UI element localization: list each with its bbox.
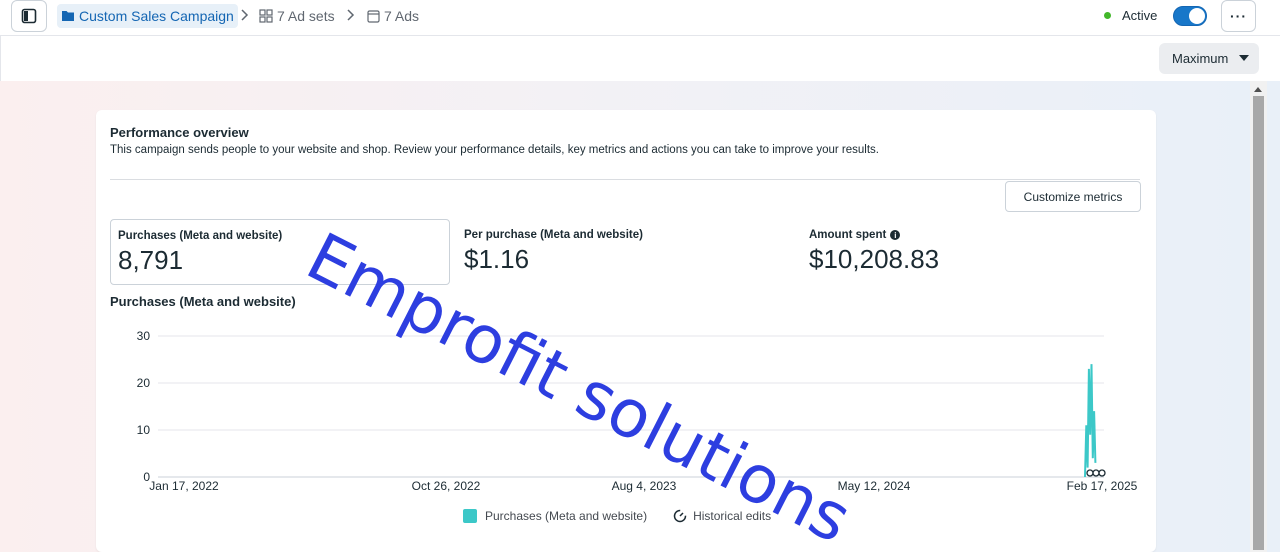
- metric-purchases[interactable]: Purchases (Meta and website) 8,791: [110, 219, 450, 285]
- y-tick-label: 10: [137, 423, 151, 437]
- legend-historical-edits[interactable]: Historical edits: [673, 509, 771, 523]
- more-options-button[interactable]: ···: [1221, 0, 1256, 32]
- x-tick-label: Oct 26, 2022: [412, 479, 481, 493]
- metric-amount-spent[interactable]: Amount spent i $10,208.83: [802, 219, 1132, 285]
- chart-title: Purchases (Meta and website): [110, 294, 296, 309]
- chevron-right-icon: [241, 9, 249, 21]
- performance-card: Performance overview This campaign sends…: [96, 110, 1156, 552]
- divider: [110, 179, 1140, 180]
- timeframe-label: Maximum: [1172, 51, 1229, 66]
- grid-icon: [259, 9, 273, 23]
- campaign-name: Custom Sales Campaign: [79, 8, 234, 24]
- chevron-right-icon: [347, 9, 355, 21]
- scrollbar[interactable]: [1250, 81, 1267, 552]
- historical-edit-marker: [1098, 469, 1106, 477]
- x-tick-label: May 12, 2024: [838, 479, 911, 493]
- scrollbar-thumb[interactable]: [1253, 96, 1264, 550]
- y-tick-label: 20: [137, 376, 151, 390]
- metric-label: Purchases (Meta and website): [118, 230, 283, 242]
- timeframe-dropdown[interactable]: Maximum: [1159, 43, 1259, 74]
- toolbar: Maximum: [0, 36, 1280, 81]
- folder-icon: [62, 11, 74, 21]
- ads-label: 7 Ads: [384, 8, 420, 24]
- series-line: [1084, 364, 1097, 478]
- status-label: Active: [1122, 8, 1158, 23]
- campaign-toggle[interactable]: [1173, 6, 1207, 26]
- legend-historical-label: Historical edits: [693, 509, 772, 523]
- gauge-icon: [673, 509, 687, 523]
- card-subtitle: This campaign sends people to your websi…: [110, 144, 879, 156]
- purchases-chart: 0102030Jan 17, 2022 Oct 26, 2022 Aug 4, 20…: [137, 329, 1138, 493]
- x-tick-label: Aug 4, 2023: [612, 479, 677, 493]
- scroll-up-icon[interactable]: [1254, 87, 1262, 92]
- metric-per-purchase[interactable]: Per purchase (Meta and website) $1.16: [457, 219, 787, 285]
- historical-edit-marker: [1092, 469, 1100, 477]
- top-bar: Custom Sales Campaign 7 Ad sets 7 Ads Ac…: [0, 0, 1280, 36]
- campaign-status: Active: [1104, 8, 1157, 23]
- toggle-knob: [1189, 8, 1205, 24]
- ad-sets-label: 7 Ad sets: [277, 8, 335, 24]
- sidebar-panel-icon: [21, 8, 37, 24]
- caret-down-icon: [1239, 55, 1249, 61]
- legend-purchases[interactable]: Purchases (Meta and website): [485, 509, 647, 523]
- toggle-sidebar-button[interactable]: [11, 0, 47, 32]
- metric-label: Per purchase (Meta and website): [464, 229, 643, 241]
- metric-value: $1.16: [464, 244, 530, 274]
- metric-value: 8,791: [118, 245, 184, 275]
- customize-metrics-button[interactable]: Customize metrics: [1005, 181, 1141, 212]
- breadcrumb-campaign[interactable]: Custom Sales Campaign: [57, 4, 238, 28]
- chart-legend: Purchases (Meta and website) Historical …: [463, 509, 771, 523]
- card-title: Performance overview: [110, 125, 249, 140]
- breadcrumb-ads[interactable]: 7 Ads: [367, 4, 419, 28]
- x-tick-label: Jan 17, 2022: [149, 479, 219, 493]
- y-tick-label: 30: [137, 329, 151, 343]
- breadcrumb-ad-sets[interactable]: 7 Ad sets: [259, 4, 335, 28]
- status-dot: [1104, 12, 1111, 19]
- info-icon[interactable]: i: [890, 230, 901, 240]
- metric-label: Amount spent i: [809, 229, 1125, 241]
- ad-icon: [367, 9, 380, 23]
- metric-label-text: Amount spent: [809, 229, 887, 241]
- metric-value: $10,208.83: [809, 244, 940, 274]
- x-tick-label: Feb 17, 2025: [1067, 479, 1138, 493]
- historical-edit-marker: [1086, 469, 1094, 477]
- right-edge: [1267, 81, 1280, 552]
- legend-swatch: [463, 509, 477, 523]
